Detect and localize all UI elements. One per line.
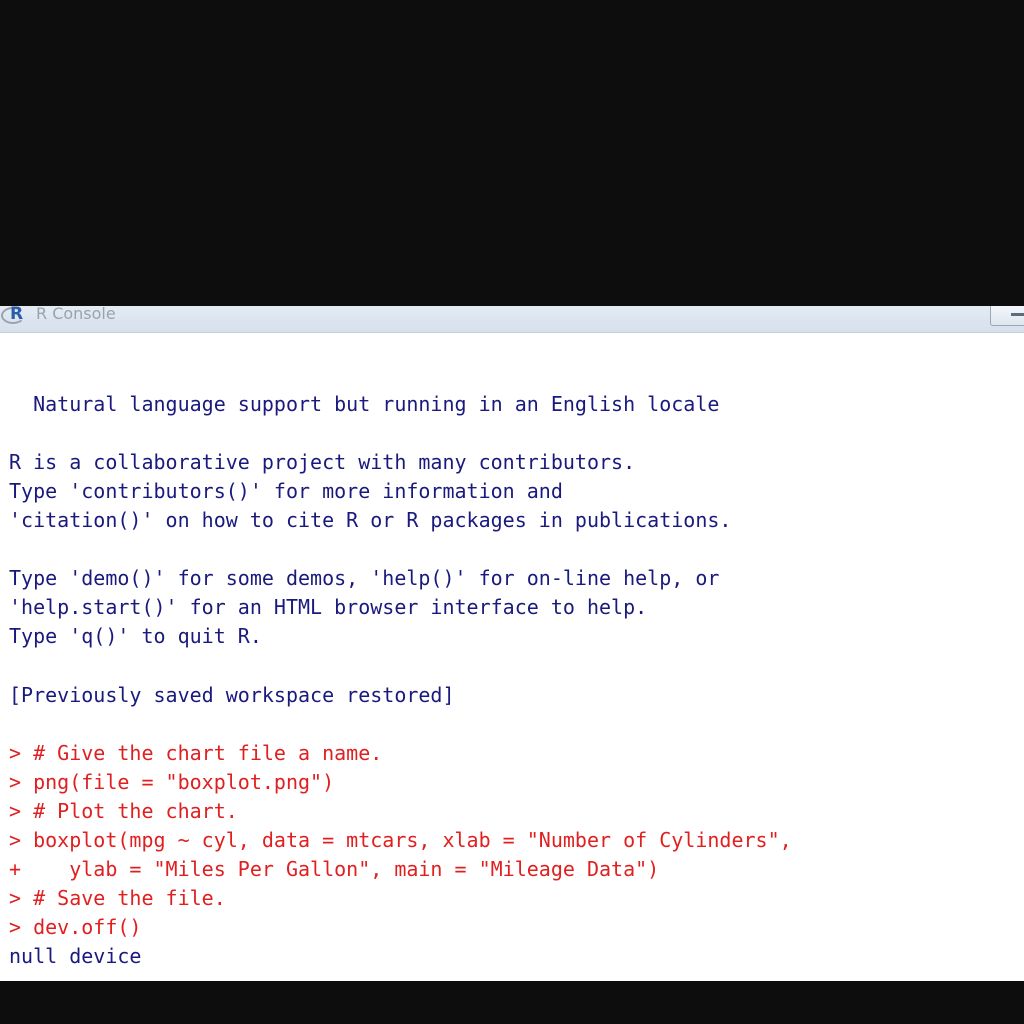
console-line: 'citation()' on how to cite R or R packa… [9, 508, 732, 532]
console-line: null device [9, 944, 142, 968]
console-line: [Previously saved workspace restored] [9, 683, 455, 707]
console-input-line: > boxplot(mpg ~ cyl, data = mtcars, xlab… [9, 828, 792, 852]
minimize-icon [1011, 313, 1024, 316]
window-title: R Console [36, 306, 116, 323]
console-input-line: > # Plot the chart. [9, 799, 238, 823]
console-input-line: > png(file = "boxplot.png") [9, 770, 335, 794]
console-input-line: + ylab = "Miles Per Gallon", main = "Mil… [9, 857, 660, 881]
console-line: R is a collaborative project with many c… [9, 450, 636, 474]
r-console-window: R R Console Natural language support but… [0, 306, 1024, 981]
console-input-line: > dev.off() [9, 915, 142, 939]
bottom-letterbox [0, 981, 1024, 1024]
console-line: Type 'demo()' for some demos, 'help()' f… [9, 566, 720, 590]
console-input-line: > # Give the chart file a name. [9, 741, 383, 765]
console-line: 'help.start()' for an HTML browser inter… [9, 595, 648, 619]
title-bar[interactable]: R R Console [0, 306, 1024, 333]
console-line: Natural language support but running in … [9, 392, 720, 416]
console-line: Type 'q()' to quit R. [9, 624, 262, 648]
r-logo-icon: R [1, 306, 30, 324]
console-input-line: > # Save the file. [9, 886, 226, 910]
console-line: Type 'contributors()' for more informati… [9, 479, 563, 503]
top-letterbox [0, 0, 1024, 306]
minimize-button[interactable] [990, 306, 1024, 326]
console-output[interactable]: Natural language support but running in … [0, 332, 1024, 981]
